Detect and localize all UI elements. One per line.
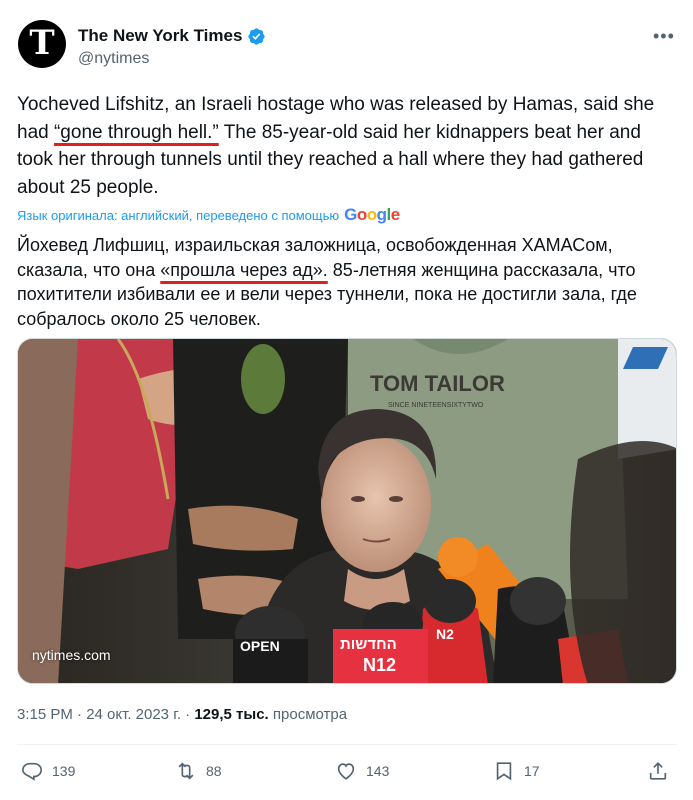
shirt-brand-text: TOM TAILOR <box>370 371 505 396</box>
reply-icon <box>22 762 42 781</box>
photo-illustration: TOM TAILOR SINCE NINETEENSIXTYTWO N2 החד… <box>18 339 676 683</box>
account-name[interactable]: The New York Times <box>78 26 266 46</box>
heart-icon <box>337 763 355 780</box>
more-options-icon[interactable]: ••• <box>653 26 675 47</box>
like-button[interactable]: 143 <box>335 760 389 782</box>
repost-button[interactable]: 88 <box>175 760 222 782</box>
mic-label-n12: N12 <box>363 655 396 675</box>
bookmark-count: 17 <box>524 763 540 779</box>
account-name-text[interactable]: The New York Times <box>78 26 242 46</box>
image-source-label: nytimes.com <box>32 647 111 663</box>
tweet-photo[interactable]: TOM TAILOR SINCE NINETEENSIXTYTWO N2 החד… <box>17 338 677 684</box>
reply-button[interactable]: 139 <box>21 760 75 782</box>
translated-quote-underlined: «прошла через ад». <box>160 259 328 280</box>
bookmark-button[interactable]: 17 <box>493 760 540 782</box>
share-button[interactable] <box>647 760 669 782</box>
translated-text: Йохевед Лифшиц, израильская заложница, о… <box>17 233 677 331</box>
divider <box>17 744 677 745</box>
translation-note-text: Язык оригинала: английский, переведено с… <box>17 207 340 223</box>
mic-label-open: OPEN <box>240 638 280 654</box>
views-count: 129,5 тыс. <box>194 706 269 723</box>
repost-icon <box>178 762 194 780</box>
tweet-quote-underlined: “gone through hell.” <box>53 121 219 143</box>
avatar[interactable]: T <box>18 20 66 68</box>
account-handle[interactable]: @nytimes <box>78 50 149 68</box>
tweet-text: Yocheved Lifshitz, an Israeli hostage wh… <box>17 91 677 201</box>
share-icon <box>649 762 667 780</box>
avatar-letter: T <box>29 23 55 63</box>
mic-label-hebrew: החדשות <box>340 636 397 653</box>
translation-note[interactable]: Язык оригинала: английский, переведено с… <box>17 205 400 225</box>
like-count: 143 <box>366 763 390 779</box>
bookmark-icon <box>496 762 512 781</box>
reply-count: 139 <box>52 763 76 779</box>
google-logo: Google <box>344 205 400 224</box>
action-bar: 139 88 143 17 <box>17 760 677 788</box>
verified-badge-icon <box>248 27 266 45</box>
views-label: просмотра <box>268 706 348 723</box>
shirt-sub-text: SINCE NINETEENSIXTYTWO <box>388 402 484 409</box>
tweet-meta: 3:15 PM · 24 окт. 2023 г. · 129,5 тыс. п… <box>17 706 347 723</box>
svg-text:N2: N2 <box>436 626 454 642</box>
repost-count: 88 <box>206 763 222 779</box>
tweet-timestamp[interactable]: 3:15 PM · 24 окт. 2023 г. · <box>17 706 194 723</box>
